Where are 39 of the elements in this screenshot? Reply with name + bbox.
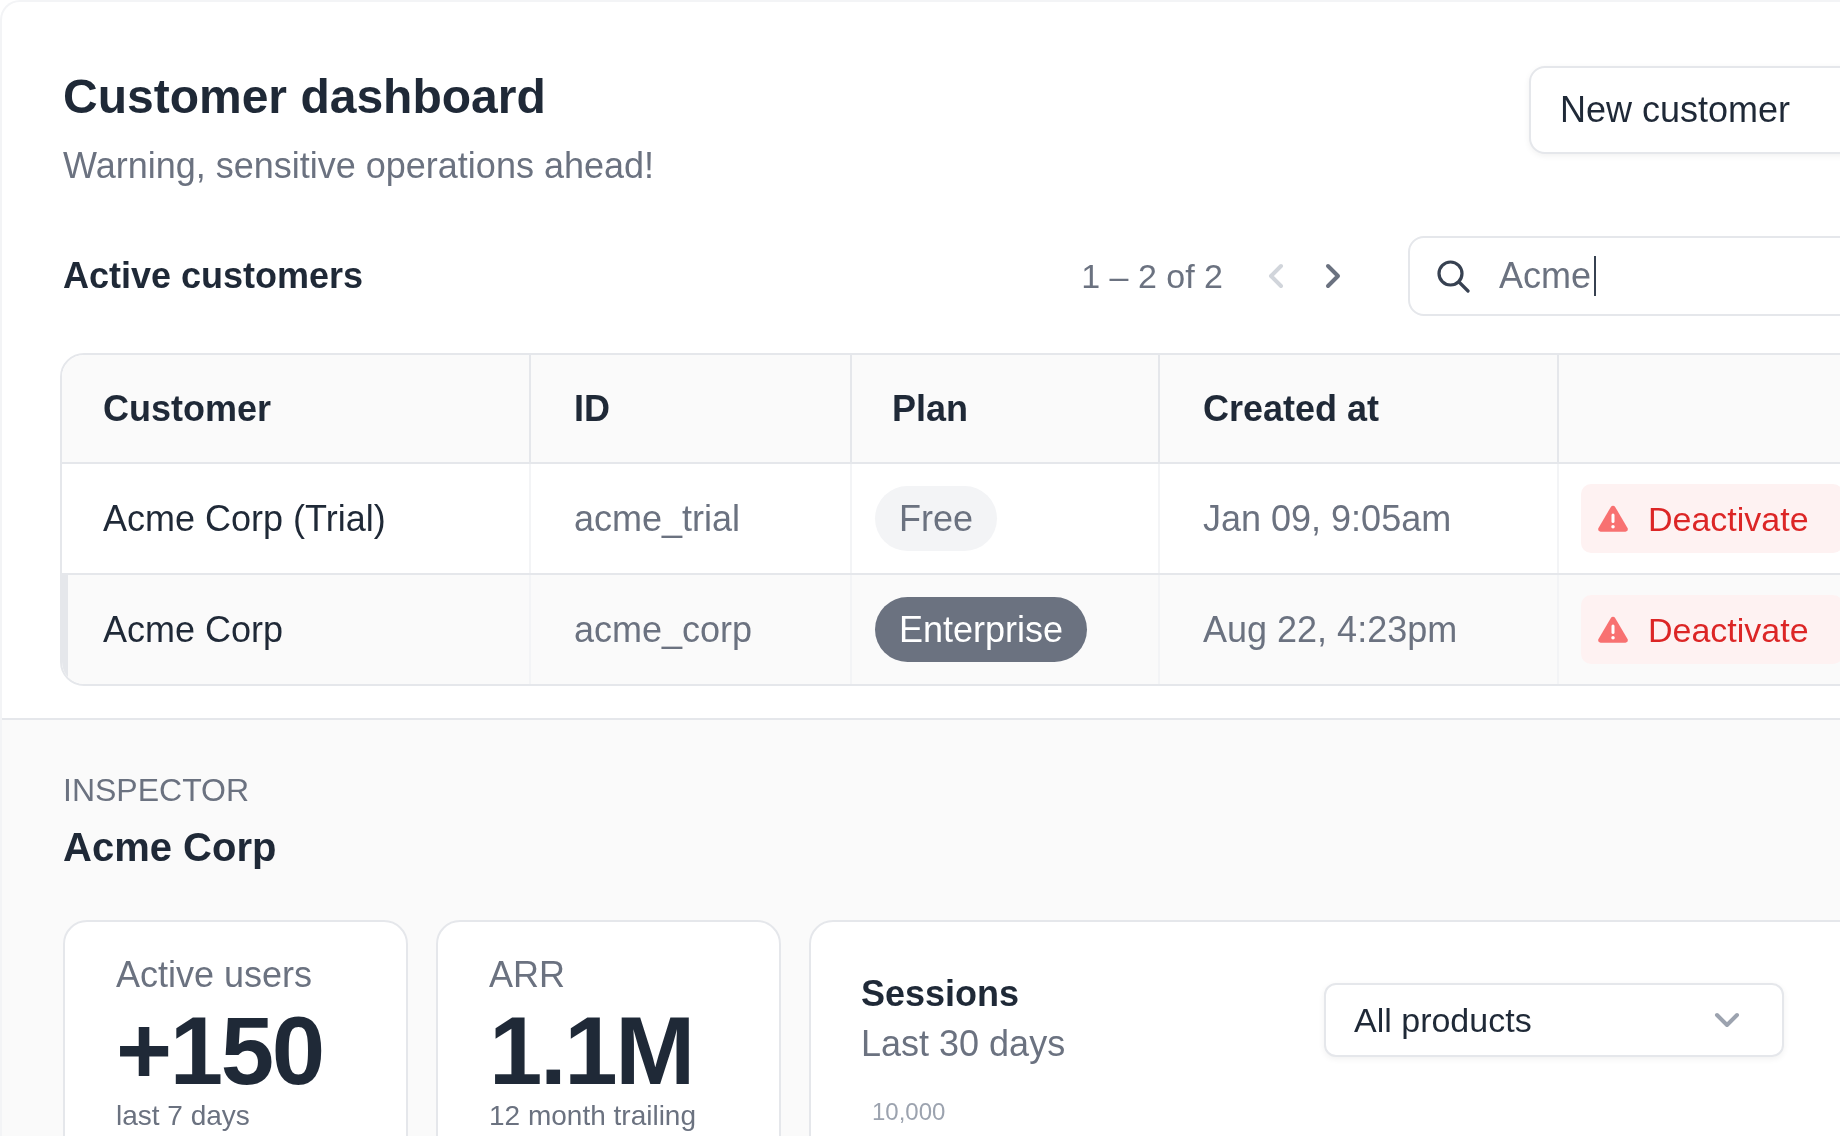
warning-icon xyxy=(1598,505,1628,532)
pagination-range: 1 – 2 of 2 xyxy=(1081,259,1223,293)
axis-tick-label: 10,000 xyxy=(872,1100,946,1124)
table-row[interactable]: Acme Corp acme_corp Enterprise Aug 22, 4:23pm Deactivate xyxy=(62,575,1840,684)
inspector-label: INSPECTOR xyxy=(63,774,250,806)
chevron-down-icon xyxy=(1714,1012,1740,1028)
page-title: Customer dashboard xyxy=(63,73,547,121)
table-cell: acme_corp xyxy=(531,575,852,684)
search-field[interactable]: Acme xyxy=(1408,236,1840,316)
column-header: Created at xyxy=(1160,355,1559,462)
page-subtitle: Warning, sensitive operations ahead! xyxy=(63,148,654,184)
warning-icon xyxy=(1598,616,1628,643)
sessions-title: Sessions xyxy=(861,976,1020,1012)
stat-note: 12 month trailing xyxy=(489,1102,696,1130)
section-title: Active customers xyxy=(63,258,364,294)
sessions-subtitle: Last 30 days xyxy=(861,1026,1066,1062)
plan-badge: Enterprise xyxy=(875,597,1088,662)
table-cell: Jan 09, 9:05am xyxy=(1160,464,1559,573)
table-cell: Acme Corp xyxy=(62,575,531,684)
deactivate-button[interactable]: Deactivate xyxy=(1581,595,1840,664)
search-icon xyxy=(1436,259,1470,293)
table-row[interactable]: Acme Corp (Trial) acme_trial Free Jan 09, 9:05am Deactivate xyxy=(62,464,1840,575)
column-header: Plan xyxy=(852,355,1160,462)
stat-label: ARR xyxy=(489,957,565,993)
chevron-right-icon[interactable] xyxy=(1325,263,1341,289)
column-header: Customer xyxy=(62,355,531,462)
plan-badge: Free xyxy=(875,486,998,551)
column-header: ID xyxy=(531,355,852,462)
table-cell: Acme Corp (Trial) xyxy=(62,464,531,573)
stat-value: 1.1M xyxy=(489,1003,693,1099)
stat-label: Active users xyxy=(116,957,313,993)
new-customer-button[interactable]: New customer xyxy=(1529,66,1840,154)
stat-note: last 7 days xyxy=(116,1102,250,1130)
inspector-title: Acme Corp xyxy=(63,827,277,867)
table-cell: acme_trial xyxy=(531,464,852,573)
stat-value: +150 xyxy=(116,1003,323,1099)
deactivate-button[interactable]: Deactivate xyxy=(1581,484,1840,553)
product-select[interactable]: All products xyxy=(1324,983,1784,1057)
table-cell: Aug 22, 4:23pm xyxy=(1160,575,1559,684)
